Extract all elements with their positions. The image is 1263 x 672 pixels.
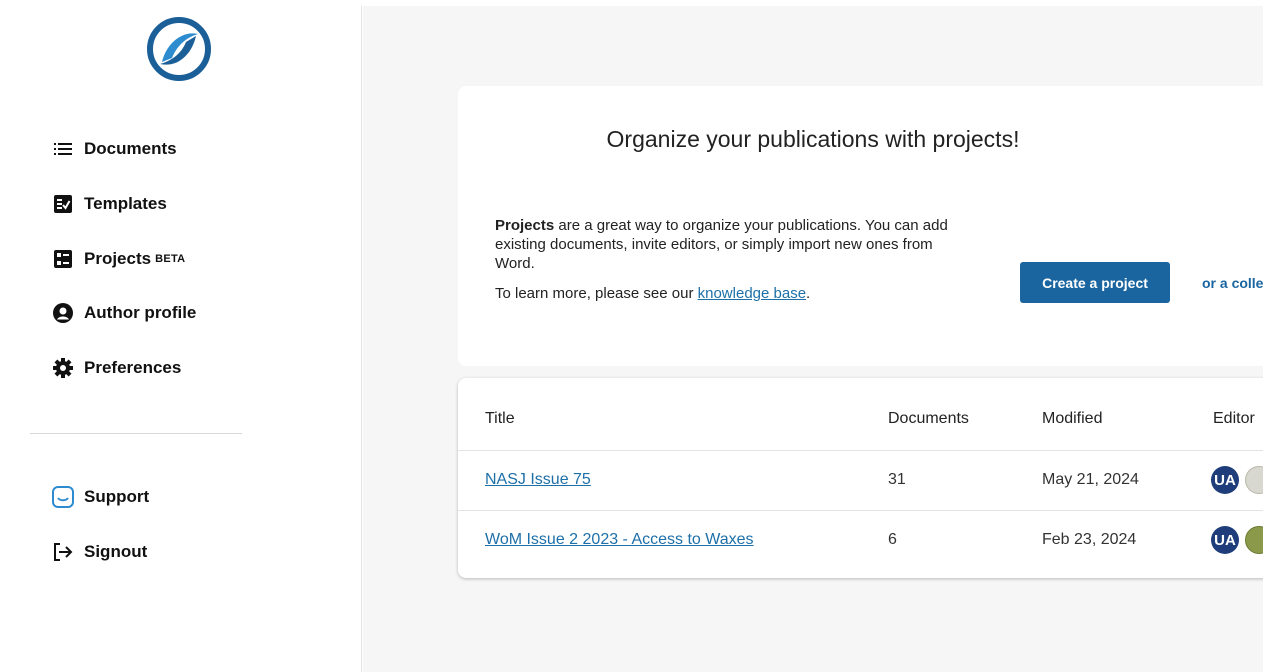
signout-icon	[52, 541, 74, 563]
projects-promo-card: Organize your publications with projects…	[458, 86, 1263, 366]
beta-badge: BETA	[155, 253, 186, 265]
nav-label: Documents	[84, 139, 177, 158]
nav-item-preferences[interactable]: Preferences	[52, 357, 181, 379]
nav-item-signout[interactable]: Signout	[52, 541, 147, 563]
column-header-editors[interactable]: Editor	[1213, 410, 1255, 428]
main-content: Organize your publications with projects…	[363, 6, 1263, 672]
editor-avatar-secondary[interactable]	[1245, 466, 1263, 494]
promo-text: Projects are a great way to organize you…	[495, 216, 975, 314]
projects-table: Title Documents Modified Editor NASJ Iss…	[458, 378, 1263, 578]
user-circle-icon	[52, 302, 74, 324]
project-title-link[interactable]: NASJ Issue 75	[485, 471, 591, 489]
editor-avatar[interactable]: UA	[1211, 466, 1239, 494]
knowledge-base-link[interactable]: knowledge base	[698, 285, 806, 302]
learn-more-prefix: To learn more, please see our	[495, 285, 698, 302]
nav-item-templates[interactable]: Templates	[52, 193, 167, 215]
promo-title: Organize your publications with projects…	[606, 126, 1020, 152]
column-header-documents[interactable]: Documents	[888, 410, 969, 428]
template-icon	[52, 193, 74, 215]
nav-label: Projects	[84, 249, 152, 268]
learn-more-suffix: .	[806, 285, 811, 302]
logo-icon[interactable]	[144, 14, 214, 84]
table-divider	[458, 450, 1263, 451]
nav-label: Author profile	[84, 303, 197, 322]
promo-learn-more: To learn more, please see our knowledge …	[495, 284, 975, 303]
documents-count: 6	[888, 531, 897, 548]
documents-count: 31	[888, 471, 906, 488]
nav-label: Preferences	[84, 358, 182, 377]
nav-item-projects[interactable]: Projects BETA	[52, 248, 185, 270]
create-collection-link[interactable]: or a colle	[1202, 275, 1263, 291]
promo-description: Projects are a great way to organize you…	[495, 216, 975, 273]
column-header-modified[interactable]: Modified	[1042, 410, 1102, 428]
table-divider	[458, 510, 1263, 511]
project-title-link[interactable]: WoM Issue 2 2023 - Access to Waxes	[485, 531, 754, 549]
editor-avatar[interactable]: UA	[1211, 526, 1239, 554]
nav-label: Templates	[84, 194, 167, 213]
nav-divider	[30, 433, 242, 434]
list-icon	[52, 138, 74, 160]
sidebar: Documents Templates Projects BETA Author…	[0, 6, 362, 672]
nav-label: Signout	[84, 542, 148, 561]
promo-bold-word: Projects	[495, 217, 555, 234]
nav-item-documents[interactable]: Documents	[52, 138, 177, 160]
column-header-title[interactable]: Title	[485, 410, 515, 428]
nav-label: Support	[84, 487, 150, 506]
modified-date: Feb 23, 2024	[1042, 531, 1137, 548]
gear-icon	[52, 357, 74, 379]
nav-item-support[interactable]: Support	[52, 486, 149, 508]
nav-item-author-profile[interactable]: Author profile	[52, 302, 196, 324]
editor-avatar-secondary[interactable]	[1245, 526, 1263, 554]
projects-icon	[52, 248, 74, 270]
chat-icon	[52, 486, 74, 508]
create-project-button[interactable]: Create a project	[1020, 262, 1170, 303]
modified-date: May 21, 2024	[1042, 471, 1139, 488]
promo-description-text: are a great way to organize your publica…	[495, 217, 948, 272]
